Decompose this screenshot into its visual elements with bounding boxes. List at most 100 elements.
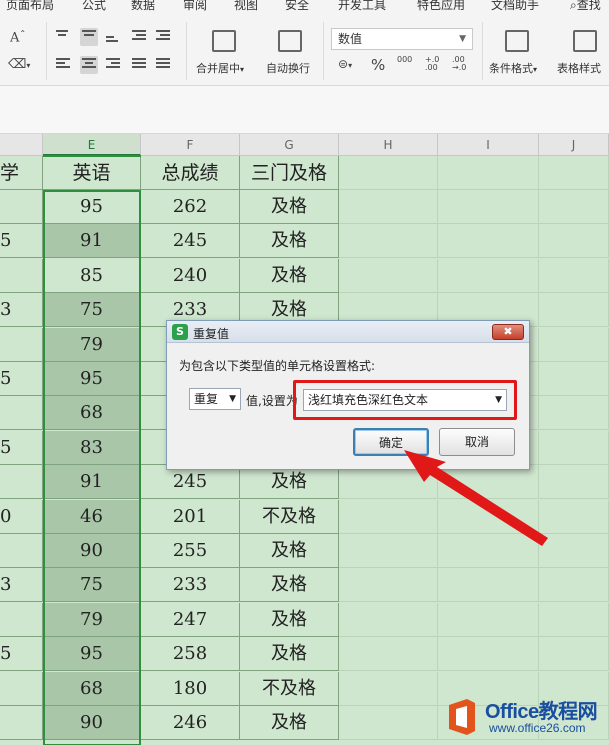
align-top-icon[interactable] [56,28,74,46]
cell-h[interactable] [339,602,438,637]
cell-d[interactable]: 3 [0,293,43,328]
currency-button[interactable]: ⊜▾ [338,58,352,70]
cell-j[interactable] [539,430,609,465]
cell-j[interactable] [539,258,609,293]
cell-d[interactable]: 3 [0,568,43,603]
cell-d[interactable]: 5 [0,637,43,672]
conditional-format-button[interactable]: 条件格式▾ [489,60,537,76]
cell-e[interactable]: 83 [43,430,141,465]
align-left-icon[interactable] [56,56,74,74]
cell-j[interactable] [539,534,609,568]
cell-i[interactable] [438,224,539,259]
menu-tab-special[interactable]: 特色应用 [417,0,465,13]
cell-d[interactable] [0,465,43,500]
menu-tab-formulas[interactable]: 公式 [82,0,106,13]
cell-h[interactable] [339,465,438,500]
indent-increase-icon[interactable] [156,28,174,46]
align-right-icon[interactable] [106,56,124,74]
cell-h-header[interactable] [339,156,438,190]
align-justify-icon[interactable] [132,56,150,74]
cell-j[interactable] [539,465,609,500]
cell-f[interactable]: 247 [141,602,240,637]
cancel-button[interactable]: 取消 [439,428,515,456]
cell-d[interactable]: 5 [0,224,43,259]
cell-g[interactable]: 及格 [240,637,339,672]
cell-j[interactable] [539,224,609,259]
wrap-text-button[interactable]: 自动换行 [266,60,310,76]
thousands-separator-button[interactable]: 000 [397,56,412,64]
cell-d[interactable]: 5 [0,362,43,396]
cell-j[interactable] [539,362,609,396]
cell-d[interactable] [0,327,43,362]
cell-i[interactable] [438,190,539,224]
percent-button[interactable]: % [371,58,385,73]
header-cell-english[interactable]: 英语 [43,156,141,190]
cell-e[interactable]: 79 [43,327,141,362]
align-center-icon[interactable] [80,56,98,74]
dialog-title-bar[interactable]: S 重复值 ✖ [167,321,529,343]
cell-e[interactable]: 95 [43,637,141,672]
ok-button[interactable]: 确定 [353,428,429,456]
table-style-button[interactable]: 表格样式 [557,60,601,76]
menu-tab-view[interactable]: 视图 [234,0,258,13]
font-size-decrease-button[interactable]: A⌃ [10,30,26,45]
cell-h[interactable] [339,499,438,534]
cell-e[interactable]: 91 [43,224,141,259]
cell-e[interactable]: 95 [43,362,141,396]
column-header-e[interactable]: E [43,134,141,156]
cell-d[interactable] [0,671,43,706]
cell-e[interactable]: 68 [43,671,141,706]
cell-e[interactable]: 75 [43,568,141,603]
cell-f[interactable]: 245 [141,465,240,500]
indent-decrease-icon[interactable] [132,28,150,46]
cell-i[interactable] [438,258,539,293]
align-middle-icon[interactable] [80,28,98,46]
cell-f[interactable]: 245 [141,224,240,259]
column-header-h[interactable]: H [339,134,438,156]
cell-h[interactable] [339,224,438,259]
cell-d[interactable] [0,706,43,740]
cell-j[interactable] [539,602,609,637]
menu-tab-security[interactable]: 安全 [285,0,309,13]
menu-tab-find[interactable]: ⌕查找 [570,0,601,13]
value-type-select[interactable]: 重复 ▼ [189,388,241,410]
cell-e[interactable]: 79 [43,602,141,637]
cell-e[interactable]: 75 [43,293,141,328]
merge-center-icon[interactable] [212,30,236,52]
wrap-text-icon[interactable] [278,30,302,52]
cell-h[interactable] [339,534,438,568]
cell-i-header[interactable] [438,156,539,190]
table-style-icon[interactable] [573,30,597,52]
header-cell-pass[interactable]: 三门及格 [240,156,339,190]
header-cell-math[interactable]: 学 [0,156,43,190]
number-format-select[interactable]: 数值 ▼ [331,28,473,50]
cell-j[interactable] [539,293,609,328]
cell-j-header[interactable] [539,156,609,190]
cell-f[interactable]: 233 [141,568,240,603]
merge-center-button[interactable]: 合并居中▾ [196,60,244,76]
cell-j[interactable] [539,637,609,672]
menu-tab-doc-helper[interactable]: 文档助手 [491,0,539,13]
cell-d[interactable] [0,602,43,637]
menu-tab-developer[interactable]: 开发工具 [338,0,386,13]
cell-g[interactable]: 及格 [240,465,339,500]
increase-decimal-button[interactable]: +.0 .00 [425,56,445,72]
cell-i[interactable] [438,637,539,672]
cell-e[interactable]: 46 [43,499,141,534]
cell-h[interactable] [339,190,438,224]
cell-i[interactable] [438,465,539,500]
cell-f[interactable]: 258 [141,637,240,672]
cell-h[interactable] [339,258,438,293]
cell-d[interactable]: 5 [0,430,43,465]
cell-j[interactable] [539,327,609,362]
cell-d[interactable] [0,258,43,293]
cell-e[interactable]: 85 [43,258,141,293]
column-header-j[interactable]: J [539,134,609,156]
cell-d[interactable]: 0 [0,499,43,534]
cell-g[interactable]: 及格 [240,224,339,259]
cell-f[interactable]: 240 [141,258,240,293]
cell-d[interactable] [0,190,43,224]
cell-e[interactable]: 68 [43,396,141,431]
cell-j[interactable] [539,568,609,603]
menu-tab-data[interactable]: 数据 [131,0,155,13]
